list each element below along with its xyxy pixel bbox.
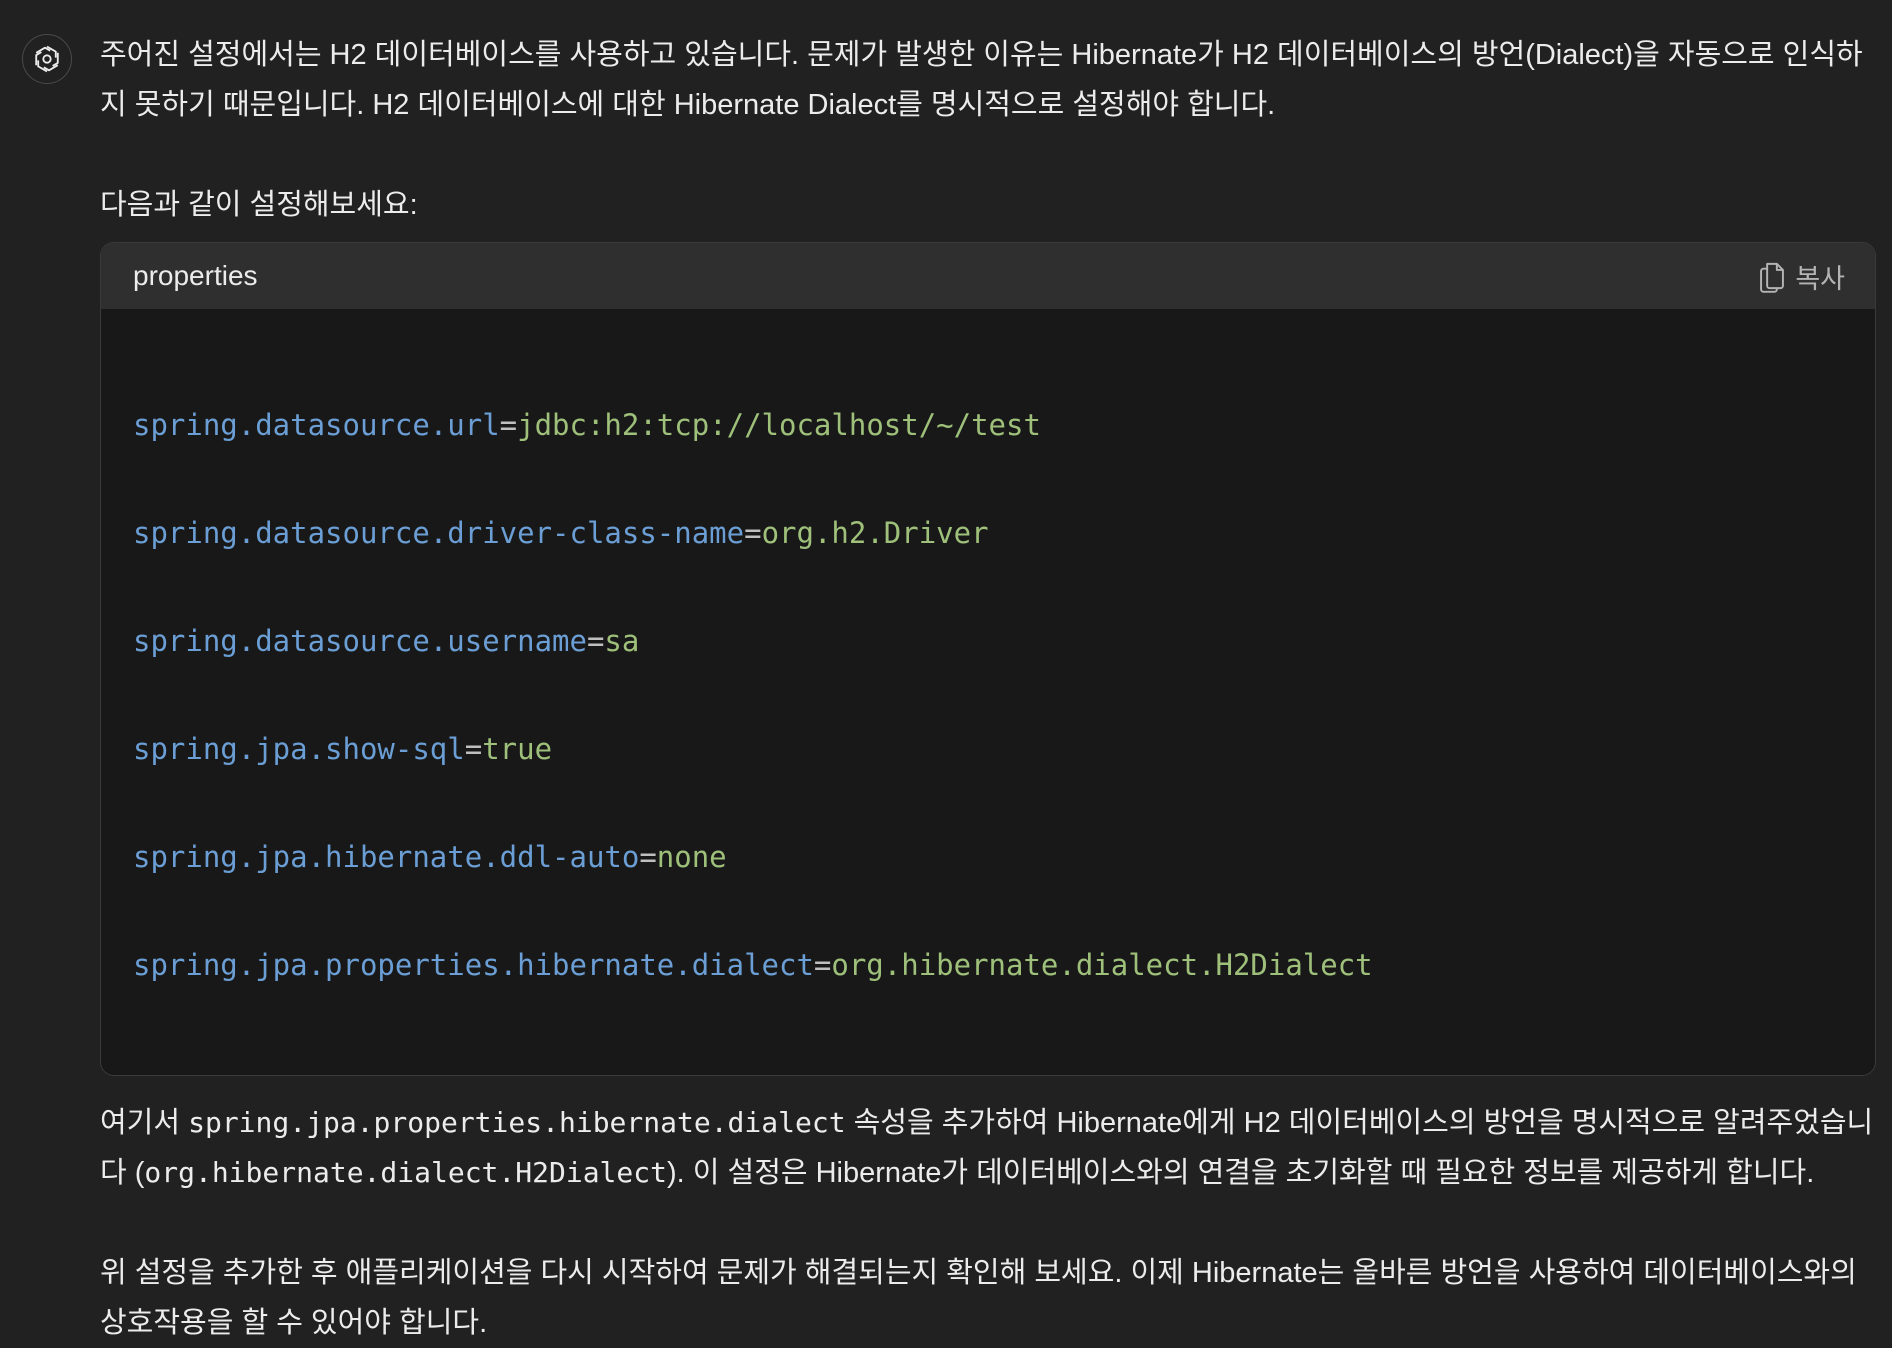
equals-sign: = <box>499 408 518 442</box>
property-value: none <box>656 840 727 874</box>
message-paragraph-4: 위 설정을 추가한 후 애플리케이션을 다시 시작하여 문제가 해결되는지 확인… <box>100 1257 1857 1339</box>
code-line: spring.jpa.show-sql=true <box>133 731 1843 767</box>
equals-sign: = <box>586 624 605 658</box>
openai-logo-icon <box>35 45 59 73</box>
paragraph-text: 여기서 <box>100 1107 189 1139</box>
property-value: org.h2.Driver <box>761 516 989 550</box>
equals-sign: = <box>639 840 657 874</box>
code-language-label: properties <box>133 260 258 291</box>
assistant-avatar <box>22 34 72 84</box>
code-block: properties 복사 spring.datasource.url=jdbc… <box>100 242 1876 1076</box>
message-paragraph-2: 다음과 같이 설정해보세요: <box>100 189 418 221</box>
copy-button-label: 복사 <box>1795 263 1845 294</box>
inline-code: org.hibernate.dialect.H2Dialect <box>144 1156 667 1189</box>
copy-icon <box>1760 262 1785 293</box>
property-key: spring.datasource.url <box>133 408 500 442</box>
property-key: spring.jpa.hibernate.ddl-auto <box>133 840 640 874</box>
copy-code-button[interactable]: 복사 <box>1757 257 1845 296</box>
assistant-message: 주어진 설정에서는 H2 데이터베이스를 사용하고 있습니다. 문제가 발생한 … <box>100 30 1880 1348</box>
property-key: spring.datasource.username <box>133 624 587 658</box>
property-key: spring.jpa.show-sql <box>133 732 465 766</box>
paragraph-text: ). 이 설정은 Hibernate가 데이터베이스와의 연결을 초기화할 때 … <box>667 1157 1815 1189</box>
property-value: org.hibernate.dialect.H2Dialect <box>831 948 1373 982</box>
property-value: sa <box>604 624 640 658</box>
message-paragraph-3: 여기서 spring.jpa.properties.hibernate.dial… <box>100 1098 1880 1198</box>
inline-code: spring.jpa.properties.hibernate.dialect <box>188 1106 846 1139</box>
equals-sign: = <box>813 948 832 982</box>
code-content: spring.datasource.url=jdbc:h2:tcp://loca… <box>101 309 1875 1075</box>
code-line: spring.datasource.url=jdbc:h2:tcp://loca… <box>133 407 1843 443</box>
code-line: spring.jpa.properties.hibernate.dialect=… <box>133 947 1843 983</box>
code-line: spring.datasource.driver-class-name=org.… <box>133 515 1843 551</box>
code-block-header: properties 복사 <box>101 243 1875 309</box>
property-key: spring.datasource.driver-class-name <box>133 516 745 550</box>
property-value: true <box>482 732 553 766</box>
property-value: jdbc:h2:tcp://localhost/~/test <box>517 408 1041 442</box>
equals-sign: = <box>744 516 762 550</box>
message-paragraph-1: 주어진 설정에서는 H2 데이터베이스를 사용하고 있습니다. 문제가 발생한 … <box>100 39 1863 121</box>
code-line: spring.datasource.username=sa <box>133 623 1843 659</box>
property-key: spring.jpa.properties.hibernate.dialect <box>133 948 814 982</box>
code-line: spring.jpa.hibernate.ddl-auto=none <box>133 839 1843 875</box>
equals-sign: = <box>464 732 483 766</box>
